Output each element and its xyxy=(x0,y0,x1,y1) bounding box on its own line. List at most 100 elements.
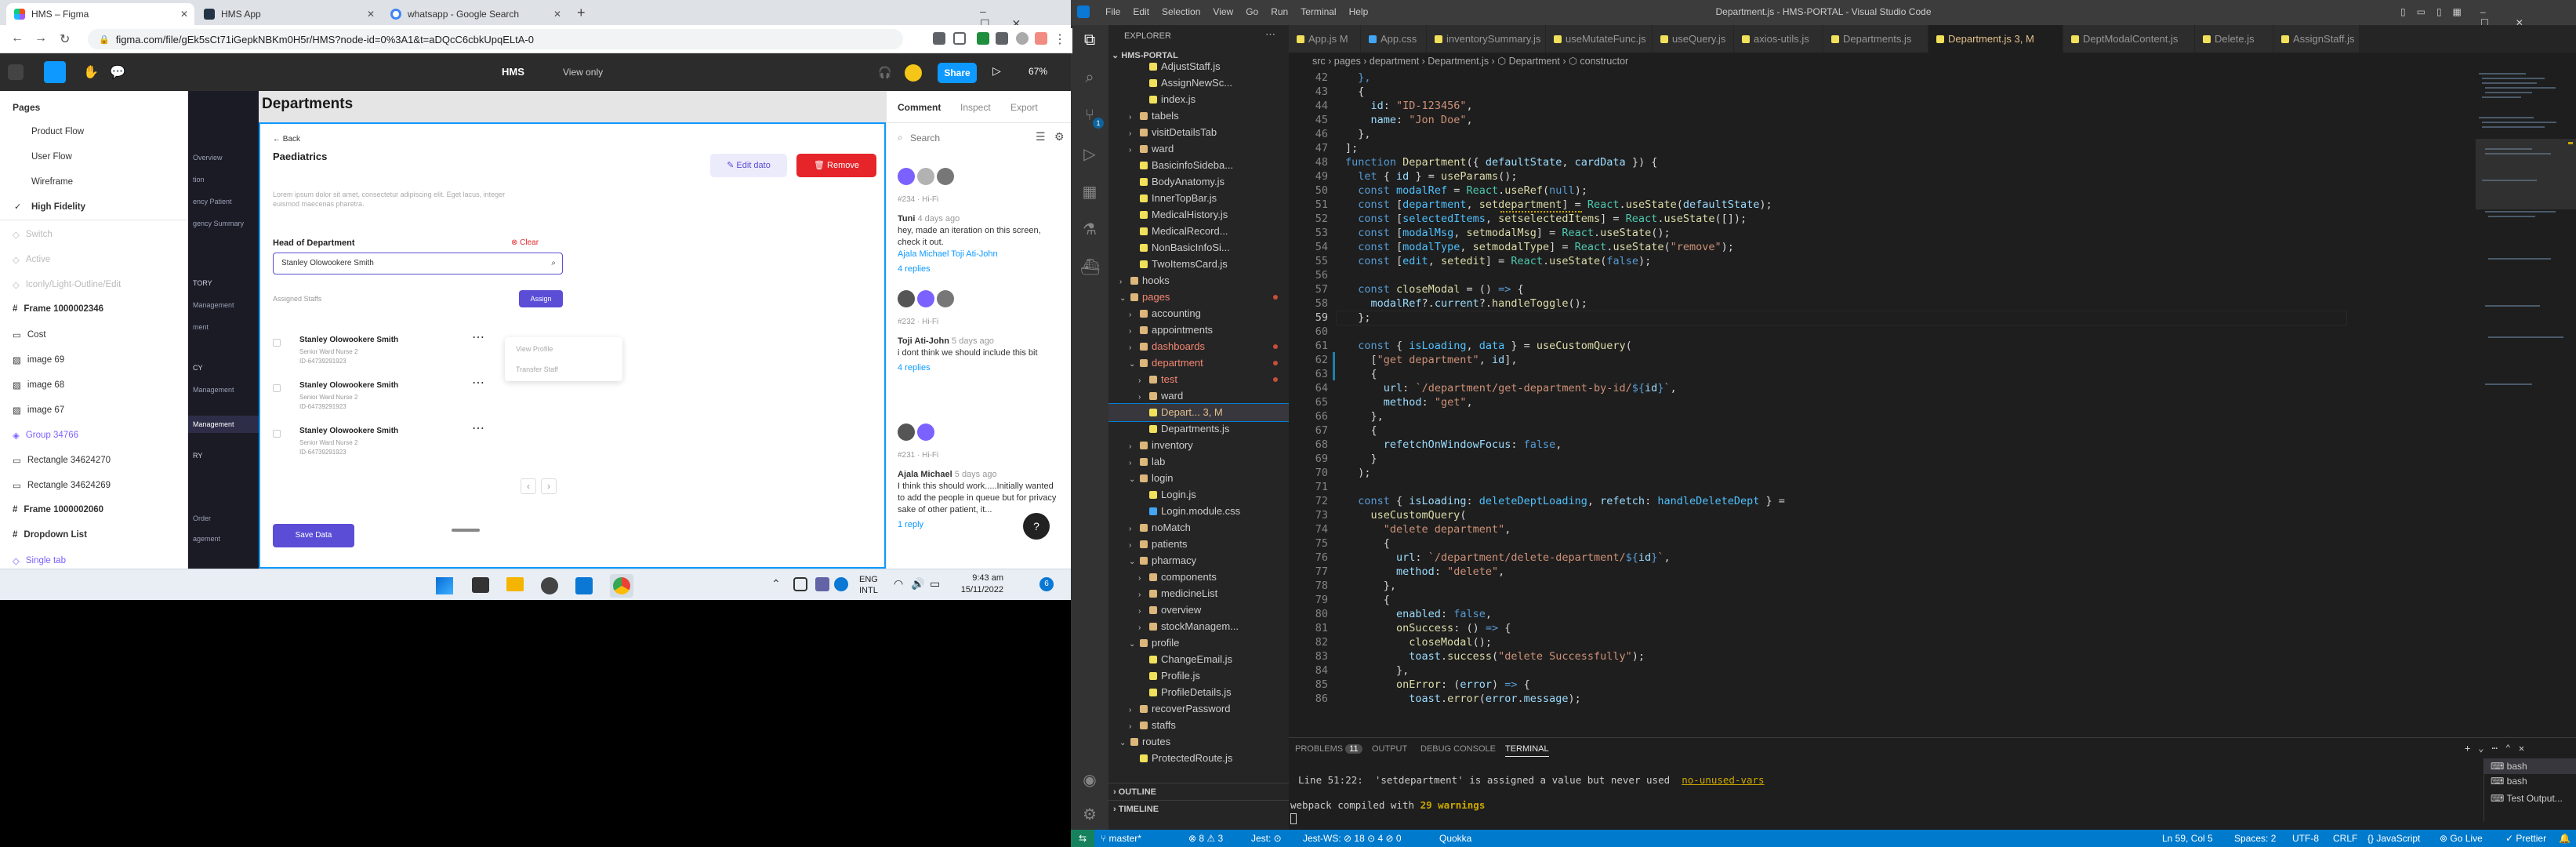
editor-tab[interactable]: inventorySummary.js xyxy=(1427,25,1546,53)
row-checkbox[interactable] xyxy=(273,430,281,438)
quokka-status[interactable]: Quokka xyxy=(1439,830,1471,847)
new-tab-button[interactable]: + xyxy=(577,5,586,21)
close-tab-icon[interactable]: ✕ xyxy=(553,9,561,20)
comment-mention[interactable]: Ajala Michael Toji Ati-John xyxy=(898,249,1062,260)
tree-folder[interactable]: › recoverPassword xyxy=(1108,700,1289,718)
comment-tool-icon[interactable]: 💬 xyxy=(110,64,125,80)
layer-item[interactable]: ◇ Single tab xyxy=(13,555,66,566)
code-line[interactable]: method: "get", xyxy=(1345,396,1473,409)
tree-folder[interactable]: ⌄ department xyxy=(1108,354,1289,372)
layer-item[interactable]: ◈ Group 34766 xyxy=(13,430,78,441)
layout-toggles[interactable]: ▯▭▯▦ xyxy=(2400,6,2473,17)
row-checkbox[interactable] xyxy=(273,339,281,347)
code-line[interactable]: const closeModal = () => { xyxy=(1345,283,1523,296)
editor-tab[interactable]: App.css xyxy=(1361,25,1427,53)
search-icon[interactable]: ⌕ xyxy=(1080,69,1099,88)
code-line[interactable]: { xyxy=(1345,424,1377,437)
manage-gear-icon[interactable]: ⚙ xyxy=(1080,805,1099,823)
tab-inspect[interactable]: Inspect xyxy=(960,102,991,113)
reload-icon[interactable]: ↻ xyxy=(60,31,70,47)
file-name[interactable]: HMS xyxy=(502,66,524,78)
layer-item[interactable]: ▭ Rectangle 34624270 xyxy=(13,455,111,466)
editor-tab[interactable]: Department.js 3, M xyxy=(1928,25,2063,53)
code-line[interactable]: useCustomQuery( xyxy=(1345,509,1467,522)
tree-file[interactable]: Departments.js xyxy=(1108,420,1289,438)
tray-app-icon[interactable] xyxy=(793,577,807,591)
code-line[interactable]: modalRef?.current?.handleToggle(); xyxy=(1345,297,1587,310)
code-line[interactable]: const modalRef = React.useRef(null); xyxy=(1345,184,1587,197)
comment-thread[interactable]: #232 · Hi-Fi Toji Ati-John 5 days ago i … xyxy=(898,290,1062,374)
back-arrow-icon[interactable]: ← xyxy=(11,31,24,45)
tree-file[interactable]: InnerTopBar.js xyxy=(1108,190,1289,207)
tree-folder[interactable]: › noMatch xyxy=(1108,519,1289,536)
chrome-tab-google[interactable]: whatsapp - Google Search ✕ xyxy=(383,3,568,25)
editor-tab[interactable]: DeptModalContent.js xyxy=(2063,25,2195,53)
assign-button[interactable]: Assign xyxy=(519,290,563,307)
tray-teams-icon[interactable] xyxy=(815,577,829,591)
tree-folder[interactable]: ⌄ routes xyxy=(1108,733,1289,751)
tree-file[interactable]: TwoItemsCard.js xyxy=(1108,256,1289,273)
chrome-tab-figma[interactable]: HMS – Figma ✕ xyxy=(6,3,194,25)
settings-icon[interactable]: ⚙ xyxy=(1054,130,1065,144)
comment-search-input[interactable] xyxy=(910,130,1004,146)
language-indicator[interactable]: ENG INTL xyxy=(859,574,878,596)
tree-folder[interactable]: › accounting xyxy=(1108,305,1289,322)
code-line[interactable]: "delete department", xyxy=(1345,523,1511,536)
jest-status[interactable]: Jest: ⊙ xyxy=(1251,830,1282,847)
extension-icon[interactable] xyxy=(977,32,989,45)
indentation[interactable]: Spaces: 2 xyxy=(2234,830,2276,847)
layer-item[interactable]: ◇ Iconly/Light-Outline/Edit xyxy=(13,279,121,290)
code-line[interactable]: }, xyxy=(1345,128,1370,140)
tree-folder[interactable]: › staffs xyxy=(1108,717,1289,734)
git-branch[interactable]: ⑂ master* xyxy=(1101,830,1141,847)
menu-view-profile[interactable]: View Profile xyxy=(516,345,553,353)
replies-link[interactable]: 4 replies xyxy=(898,362,1062,374)
tree-file[interactable]: Depart... 3, M xyxy=(1108,403,1289,422)
editor-tab[interactable]: AssignStaff.js xyxy=(2273,25,2360,53)
layer-item[interactable]: ▨ image 69 xyxy=(13,354,64,365)
code-line[interactable]: const { isLoading, data } = useCustomQue… xyxy=(1345,340,1632,352)
run-debug-icon[interactable]: ▷ xyxy=(1080,144,1099,163)
puzzle-icon[interactable] xyxy=(996,32,1008,45)
code-line[interactable]: ); xyxy=(1345,467,1370,479)
tree-file[interactable]: BodyAnatomy.js xyxy=(1108,173,1289,191)
tree-folder[interactable]: › stockManagem... xyxy=(1108,618,1289,635)
head-of-dept-input[interactable]: Stanley Olowookere Smith ⌕ xyxy=(273,253,563,274)
tree-folder[interactable]: › hooks xyxy=(1108,272,1289,289)
tree-folder[interactable]: › dashboards xyxy=(1108,338,1289,355)
code-editor[interactable]: 42 }, 43 {44 id: "ID-123456", 45 name: "Jo… xyxy=(1289,70,2355,729)
layer-item[interactable]: ▭ Rectangle 34624269 xyxy=(13,480,111,491)
vscode-taskbar-icon[interactable] xyxy=(575,577,593,594)
tree-folder[interactable]: › inventory xyxy=(1108,437,1289,454)
code-line[interactable]: { xyxy=(1345,537,1390,550)
remove-button[interactable]: 🗑 Remove xyxy=(796,154,876,177)
code-line[interactable]: const { isLoading: deleteDeptLoading, re… xyxy=(1345,495,1785,507)
windows-start-icon[interactable] xyxy=(436,577,453,594)
save-data-button[interactable]: Save Data xyxy=(273,524,354,547)
prettier-status[interactable]: ✓ Prettier xyxy=(2505,830,2546,847)
tree-folder[interactable]: › lab xyxy=(1108,453,1289,471)
tree-file[interactable]: ProtectedRoute.js xyxy=(1108,750,1289,767)
tray-cloud-icon[interactable] xyxy=(834,577,848,591)
staff-row[interactable]: Stanley Olowookere Smith Senior Ward Nur… xyxy=(273,373,492,417)
tree-folder[interactable]: › visitDetailsTab xyxy=(1108,124,1289,141)
editor-tab[interactable]: App.js M xyxy=(1289,25,1361,53)
editor-tab[interactable]: axios-utils.js xyxy=(1734,25,1823,53)
zoom-level[interactable]: 67% xyxy=(1029,66,1047,77)
user-avatar[interactable] xyxy=(905,64,922,82)
clock[interactable]: 9:43 am 15/11/2022 xyxy=(949,573,1003,596)
layer-item[interactable]: ◇ Switch xyxy=(13,229,53,240)
language-mode[interactable]: {} JavaScript xyxy=(2367,830,2420,847)
star-icon[interactable] xyxy=(953,32,966,45)
figma-canvas[interactable]: Overview tion ency Patient gency Summary… xyxy=(188,91,886,569)
layer-item[interactable]: ▭ Cost xyxy=(13,329,46,340)
tree-file[interactable]: AssignNewSc... xyxy=(1108,75,1289,92)
editor-tab[interactable]: Departments.js xyxy=(1823,25,1928,53)
tab-export[interactable]: Export xyxy=(1010,102,1038,113)
prev-page-button[interactable]: ‹ xyxy=(521,478,536,494)
page-item[interactable]: Wireframe xyxy=(31,177,73,187)
timeline-section[interactable]: › TIMELINE xyxy=(1108,800,1289,817)
extensions-icon[interactable]: ▦ xyxy=(1080,182,1099,201)
more-menu-icon[interactable]: ⋮ xyxy=(1054,31,1066,47)
tree-folder[interactable]: ⌄ pages xyxy=(1108,289,1289,306)
